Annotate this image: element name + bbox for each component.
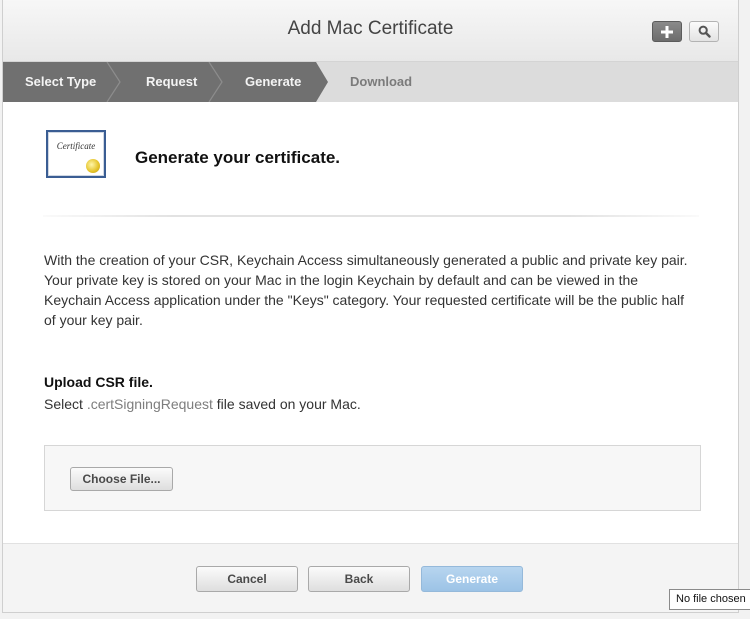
- header-bar: Add Mac Certificate: [3, 0, 738, 62]
- step-download: Download: [350, 74, 413, 89]
- no-file-chosen-tooltip: No file chosen: [669, 589, 750, 610]
- upload-csr-label: Upload CSR file.: [44, 374, 153, 390]
- certificate-icon: Certificate: [46, 130, 106, 178]
- page-title: Add Mac Certificate: [287, 18, 454, 39]
- file-extension: .certSigningRequest: [86, 396, 213, 412]
- step-select-type: Select Type: [25, 74, 97, 89]
- divider: [43, 215, 699, 217]
- upload-help-prefix: Select: [44, 396, 87, 412]
- add-certificate-panel: Add Mac Certificate Select Type Request …: [2, 0, 739, 613]
- certificate-icon-text: Certificate: [56, 141, 96, 151]
- search-button[interactable]: [689, 21, 719, 42]
- upload-help-suffix: file saved on your Mac.: [212, 396, 361, 412]
- back-button[interactable]: Back: [308, 566, 410, 592]
- footer-bar: Cancel Back Generate: [3, 543, 738, 612]
- cancel-button[interactable]: Cancel: [196, 566, 298, 592]
- step-generate: Generate: [245, 74, 302, 89]
- choose-file-button[interactable]: Choose File...: [70, 467, 173, 491]
- magnifier-icon: [698, 25, 711, 38]
- step-progress-bar: Select Type Request Generate Download: [3, 62, 738, 102]
- file-upload-box: Choose File...: [44, 445, 701, 511]
- add-button[interactable]: [652, 21, 682, 42]
- section-title: Generate your certificate.: [135, 148, 341, 167]
- plus-icon: [661, 25, 673, 38]
- seal-icon: [86, 159, 100, 173]
- upload-help-text: Select .certSigningRequest file saved on…: [44, 396, 361, 412]
- step-request: Request: [146, 74, 198, 89]
- generate-button[interactable]: Generate: [421, 566, 523, 592]
- description-text: With the creation of your CSR, Keychain …: [44, 252, 688, 328]
